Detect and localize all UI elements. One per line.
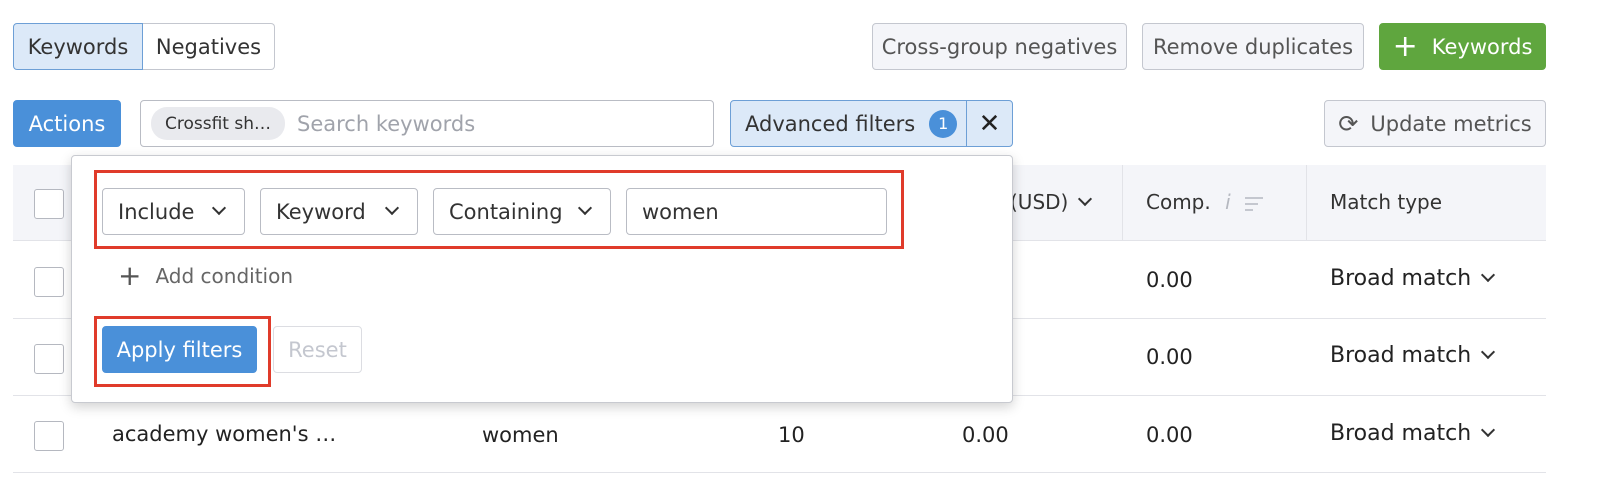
row-divider: [13, 472, 1546, 473]
search-input[interactable]: [295, 110, 676, 137]
row-checkbox[interactable]: [34, 267, 64, 297]
column-divider: [1122, 165, 1123, 241]
tab-keywords[interactable]: Keywords: [13, 23, 143, 70]
update-metrics-label: Update metrics: [1370, 111, 1532, 136]
chevron-down-icon: [1078, 191, 1093, 207]
chevron-down-icon: [1481, 422, 1496, 438]
add-keywords-label: Keywords: [1431, 34, 1533, 59]
advanced-filters-button[interactable]: Advanced filters 1: [731, 101, 966, 146]
keyword-cell[interactable]: academy women's …: [112, 422, 336, 446]
remove-duplicates-button[interactable]: Remove duplicates: [1142, 23, 1364, 70]
add-condition-label: Add condition: [155, 263, 294, 288]
refresh-icon: ⟳: [1338, 109, 1359, 138]
match-type-dropdown[interactable]: Broad match: [1330, 343, 1496, 368]
add-condition-button[interactable]: + Add condition: [118, 259, 293, 292]
chevron-down-icon: [384, 200, 400, 216]
select-all-checkbox[interactable]: [34, 189, 64, 219]
cpc-header[interactable]: (USD): [1010, 190, 1093, 214]
keywords-negatives-toggle: Keywords Negatives: [13, 23, 275, 70]
chevron-down-icon: [1481, 344, 1496, 360]
info-icon[interactable]: i: [1225, 190, 1231, 214]
add-keywords-button[interactable]: + Keywords: [1379, 23, 1546, 70]
include-select[interactable]: Include: [102, 188, 245, 235]
filter-value-input[interactable]: women: [626, 188, 887, 235]
chevron-down-icon: [211, 200, 227, 216]
comp-header[interactable]: Comp. i: [1146, 190, 1265, 214]
apply-filters-button[interactable]: Apply filters: [102, 326, 257, 373]
plus-icon: +: [1392, 28, 1418, 64]
ad-group-cell: women: [482, 423, 559, 447]
sort-icon[interactable]: [1245, 196, 1265, 211]
row-checkbox[interactable]: [34, 344, 64, 374]
field-select[interactable]: Keyword: [260, 188, 418, 235]
close-icon[interactable]: ✕: [966, 101, 1012, 146]
cpc-cell: 0.00: [962, 423, 1009, 447]
search-filter-chip[interactable]: Crossfit sh…: [151, 107, 286, 140]
comp-cell: 0.00: [1146, 345, 1193, 369]
comp-cell: 0.00: [1146, 268, 1193, 292]
chevron-down-icon: [1481, 267, 1496, 283]
plus-icon: +: [118, 259, 142, 292]
advanced-filters-popup: Include Keyword Containing women + Add c…: [71, 155, 1013, 403]
match-type-dropdown[interactable]: Broad match: [1330, 421, 1496, 446]
match-type-header: Match type: [1330, 190, 1443, 214]
advanced-filters-control: Advanced filters 1 ✕: [730, 100, 1013, 147]
volume-cell: 10: [778, 423, 805, 447]
column-divider: [1306, 165, 1307, 241]
comp-cell: 0.00: [1146, 423, 1193, 447]
row-checkbox[interactable]: [34, 421, 64, 451]
update-metrics-button[interactable]: ⟳ Update metrics: [1324, 100, 1546, 147]
reset-button[interactable]: Reset: [273, 326, 362, 373]
advanced-filters-label: Advanced filters: [745, 111, 916, 136]
cross-group-negatives-button[interactable]: Cross-group negatives: [872, 23, 1127, 70]
chevron-down-icon: [577, 200, 593, 216]
filter-count-badge: 1: [929, 109, 958, 138]
search-box: Crossfit sh…: [140, 100, 714, 147]
match-type-dropdown[interactable]: Broad match: [1330, 266, 1496, 291]
tab-negatives[interactable]: Negatives: [143, 23, 275, 70]
operator-select[interactable]: Containing: [433, 188, 611, 235]
actions-button[interactable]: Actions: [13, 100, 121, 147]
